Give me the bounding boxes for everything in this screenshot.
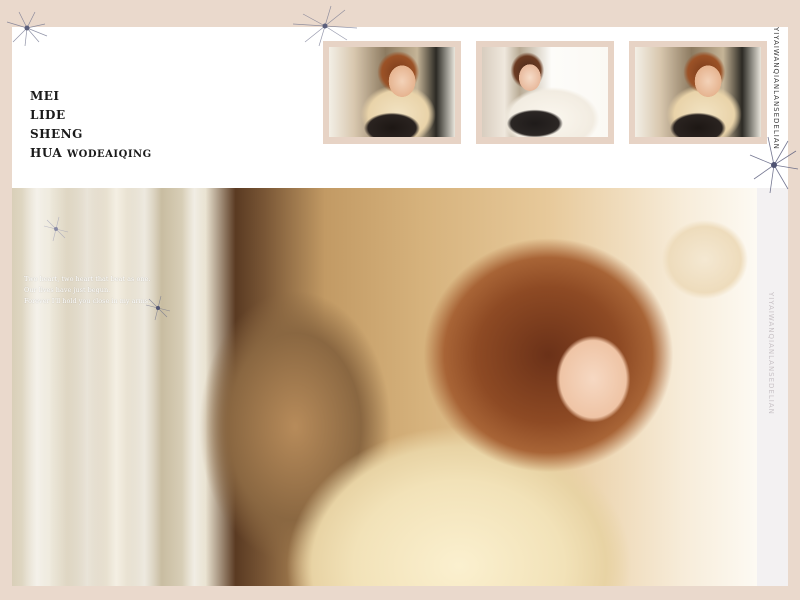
title-line-4-b: WODEAIQING (66, 149, 152, 160)
thumbnail-2[interactable] (476, 41, 614, 144)
title-line-4-a: HUA (30, 146, 63, 160)
poem-text: Two heart, two heart that beat as one. O… (24, 274, 150, 307)
title-line-1: MEI (30, 89, 60, 103)
poem-line-2: Our lives have just begun. (24, 286, 111, 294)
poem-line-3: Forever I'll hold you close in my arms. (24, 297, 151, 305)
curtain-fold (127, 188, 162, 586)
title-line-4: HUA WODEAIQING (30, 144, 152, 164)
thumbnail-1-photo (329, 47, 455, 137)
vertical-text-top: YIYAIWANQIANLANSEDELIAN (772, 27, 780, 150)
title-line-3: SHENG (30, 127, 83, 141)
title-block: MEI LIDE SHENG HUA WODEAIQING (30, 87, 152, 164)
title-line-2: LIDE (30, 108, 66, 122)
thumbnail-2-photo (482, 47, 608, 137)
curtain-fold (182, 188, 207, 586)
main-photo: Two heart, two heart that beat as one. O… (12, 188, 757, 586)
curtain-fold (67, 188, 107, 586)
vertical-text-bottom: YIYAIWANQIANLANSEDELIAN (767, 292, 775, 415)
curtain-fold (22, 188, 52, 586)
starburst-icon (145, 295, 171, 321)
thumbnail-3-photo (635, 47, 761, 137)
starburst-icon (292, 5, 358, 47)
thumbnail-3[interactable] (629, 41, 767, 144)
starburst-icon (749, 136, 799, 194)
starburst-icon (6, 11, 48, 47)
thumbnail-1[interactable] (323, 41, 461, 144)
starburst-icon (43, 216, 69, 242)
poem-line-1: Two heart, two heart that beat as one. (24, 275, 151, 283)
